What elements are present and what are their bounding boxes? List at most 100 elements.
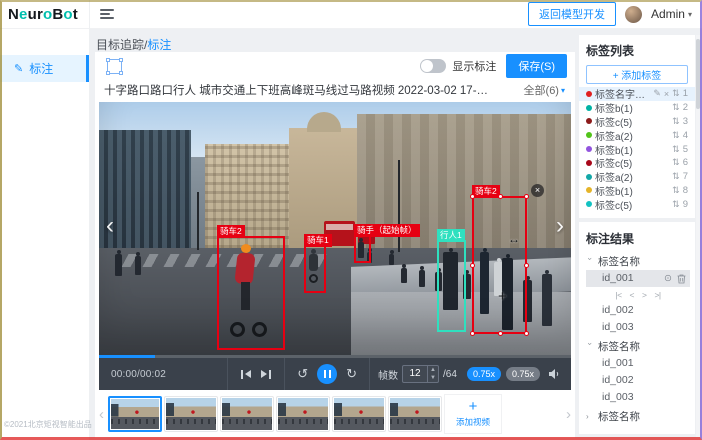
volume-icon[interactable] — [548, 368, 561, 380]
video-progress-bar[interactable] — [99, 355, 571, 358]
scrollbar-thumb[interactable] — [696, 39, 700, 109]
video-frame[interactable]: 骑车2 骑车1 骑手（起始帧） 行人1 骑车2 × — [99, 102, 571, 355]
breadcrumb-parent[interactable]: 目标追踪 — [96, 38, 144, 52]
tag-order: 8 — [683, 185, 688, 196]
annotation-box[interactable]: 行人1 — [437, 240, 466, 332]
tag-row[interactable]: 标签b(1) ⇅2 — [586, 101, 688, 115]
tree-item[interactable]: id_002 — [586, 372, 690, 389]
delete-tag-icon[interactable]: × — [664, 89, 669, 99]
pager-last-icon[interactable]: >| — [654, 290, 660, 300]
sidebar-item-annotate[interactable]: ✎ 标注 — [0, 55, 89, 82]
forward-10-icon[interactable]: ↻ — [342, 366, 361, 382]
tag-row[interactable]: 标签c(5) ⇅6 — [586, 156, 688, 170]
rect-select-tool-icon[interactable] — [107, 59, 122, 74]
annotation-box[interactable]: 骑车1 — [304, 245, 326, 293]
video-thumbnail[interactable] — [332, 396, 386, 432]
save-button[interactable]: 保存(S) — [506, 54, 567, 78]
rewind-10-icon[interactable]: ↺ — [293, 366, 312, 382]
pager-next-icon[interactable]: > — [642, 290, 646, 300]
tree-item[interactable]: id_001 — [586, 355, 690, 372]
resize-handle[interactable] — [498, 331, 503, 336]
topbar: 返回模型开发 Admin ▾ — [90, 0, 702, 29]
avatar[interactable] — [625, 6, 642, 23]
tree-item-selected[interactable]: id_001 ⊙ — [586, 270, 690, 287]
add-video-button[interactable]: + 添加视频 — [444, 394, 502, 434]
menu-collapse-icon[interactable] — [100, 7, 114, 21]
thumbs-next-arrow[interactable]: › — [564, 406, 573, 423]
user-menu[interactable]: Admin ▾ — [651, 7, 692, 21]
annotation-box-label: 骑车2 — [472, 185, 500, 198]
resize-handle[interactable] — [524, 331, 529, 336]
prev-frame-button[interactable] — [236, 370, 256, 379]
locate-icon[interactable]: ⊙ — [664, 270, 672, 287]
spinner-up-icon[interactable]: ▲ — [428, 366, 438, 374]
tag-row[interactable]: 标签a(2) ⇅7 — [586, 170, 688, 184]
tag-order: 2 — [683, 102, 688, 113]
show-annotation-toggle[interactable] — [420, 59, 446, 73]
video-thumbnail[interactable] — [220, 396, 274, 432]
sort-tag-icon[interactable]: ⇅ — [672, 144, 680, 155]
tree-group-header[interactable]: › 标签名称 — [586, 338, 690, 355]
tree-group-header[interactable]: › 标签名称 — [586, 253, 690, 270]
sort-tag-icon[interactable]: ⇅ — [672, 171, 680, 182]
annotation-box[interactable]: 骑手（起始帧） — [354, 235, 371, 263]
sort-tag-icon[interactable]: ⇅ — [672, 157, 680, 168]
pager-prev-icon[interactable]: < — [630, 290, 634, 300]
tag-color-dot — [586, 160, 592, 166]
tree-item[interactable]: id_003 — [586, 389, 690, 406]
tree-group-header[interactable]: › 标签名称 — [586, 408, 690, 425]
active-indicator — [86, 55, 89, 82]
tag-row[interactable]: 标签c(5) ⇅9 — [586, 197, 688, 211]
resize-handle[interactable] — [470, 194, 475, 199]
tag-row[interactable]: 标签名字最长数... ✎ × ⇅ 1 — [579, 87, 695, 101]
results-title: 标注结果 — [586, 230, 690, 247]
frame-count-input[interactable]: 12 ▲ ▼ — [402, 365, 439, 383]
resize-handle[interactable] — [524, 194, 529, 199]
trash-icon[interactable] — [677, 274, 686, 284]
sort-tag-icon[interactable]: ⇅ — [672, 185, 680, 196]
annotation-box[interactable]: 骑车2 — [217, 236, 285, 350]
tag-row[interactable]: 标签b(1) ⇅8 — [586, 184, 688, 198]
video-thumbnail[interactable] — [276, 396, 330, 432]
back-to-model-dev-button[interactable]: 返回模型开发 — [528, 2, 616, 26]
annotation-box-selected[interactable]: 骑车2 — [472, 196, 527, 334]
next-frame-button[interactable] — [256, 370, 276, 379]
tree-item[interactable]: id_002 — [586, 302, 690, 319]
scene-lamp-post — [197, 192, 199, 250]
sort-tag-icon[interactable]: ⇅ — [672, 102, 680, 113]
speed-pill-alt[interactable]: 0.75x — [506, 367, 540, 381]
resize-handle[interactable] — [470, 331, 475, 336]
filter-label: 全部(6) — [524, 82, 559, 98]
prev-video-arrow[interactable]: ‹ — [106, 214, 114, 238]
video-thumbnail-selected[interactable] — [108, 396, 162, 432]
filter-dropdown[interactable]: 全部(6) ▾ — [524, 82, 565, 98]
pager-first-icon[interactable]: |< — [615, 290, 621, 300]
tag-row[interactable]: 标签a(2) ⇅4 — [586, 128, 688, 142]
panel-scrollbar[interactable] — [696, 35, 700, 438]
sort-tag-icon[interactable]: ⇅ — [672, 130, 680, 141]
sort-tag-icon[interactable]: ⇅ — [672, 88, 680, 99]
delete-box-icon[interactable]: × — [531, 184, 544, 197]
next-video-arrow[interactable]: › — [556, 214, 564, 238]
spinner-down-icon[interactable]: ▼ — [428, 374, 438, 382]
tag-row[interactable]: 标签b(1) ⇅5 — [586, 142, 688, 156]
video-thumbnail[interactable] — [388, 396, 442, 432]
frame-value[interactable]: 12 — [403, 366, 427, 382]
speed-pill-active[interactable]: 0.75x — [467, 367, 501, 381]
pause-button[interactable] — [317, 364, 337, 384]
add-tag-button[interactable]: + 添加标签 — [586, 65, 688, 84]
plus-icon: + — [469, 400, 478, 414]
tree-item[interactable]: id_003 — [586, 319, 690, 336]
chevron-down-icon: ▾ — [561, 86, 565, 95]
resize-handle[interactable] — [524, 263, 529, 268]
thumbs-prev-arrow[interactable]: ‹ — [97, 406, 106, 423]
edit-tag-icon[interactable]: ✎ — [653, 88, 661, 99]
sort-tag-icon[interactable]: ⇅ — [672, 116, 680, 127]
video-thumbnail[interactable] — [164, 396, 218, 432]
annotation-box-label: 行人1 — [437, 229, 465, 242]
resize-handle[interactable] — [470, 263, 475, 268]
tag-order: 7 — [683, 171, 688, 182]
sort-tag-icon[interactable]: ⇅ — [672, 199, 680, 210]
tag-row[interactable]: 标签c(5) ⇅3 — [586, 115, 688, 129]
resize-handle[interactable] — [498, 194, 503, 199]
